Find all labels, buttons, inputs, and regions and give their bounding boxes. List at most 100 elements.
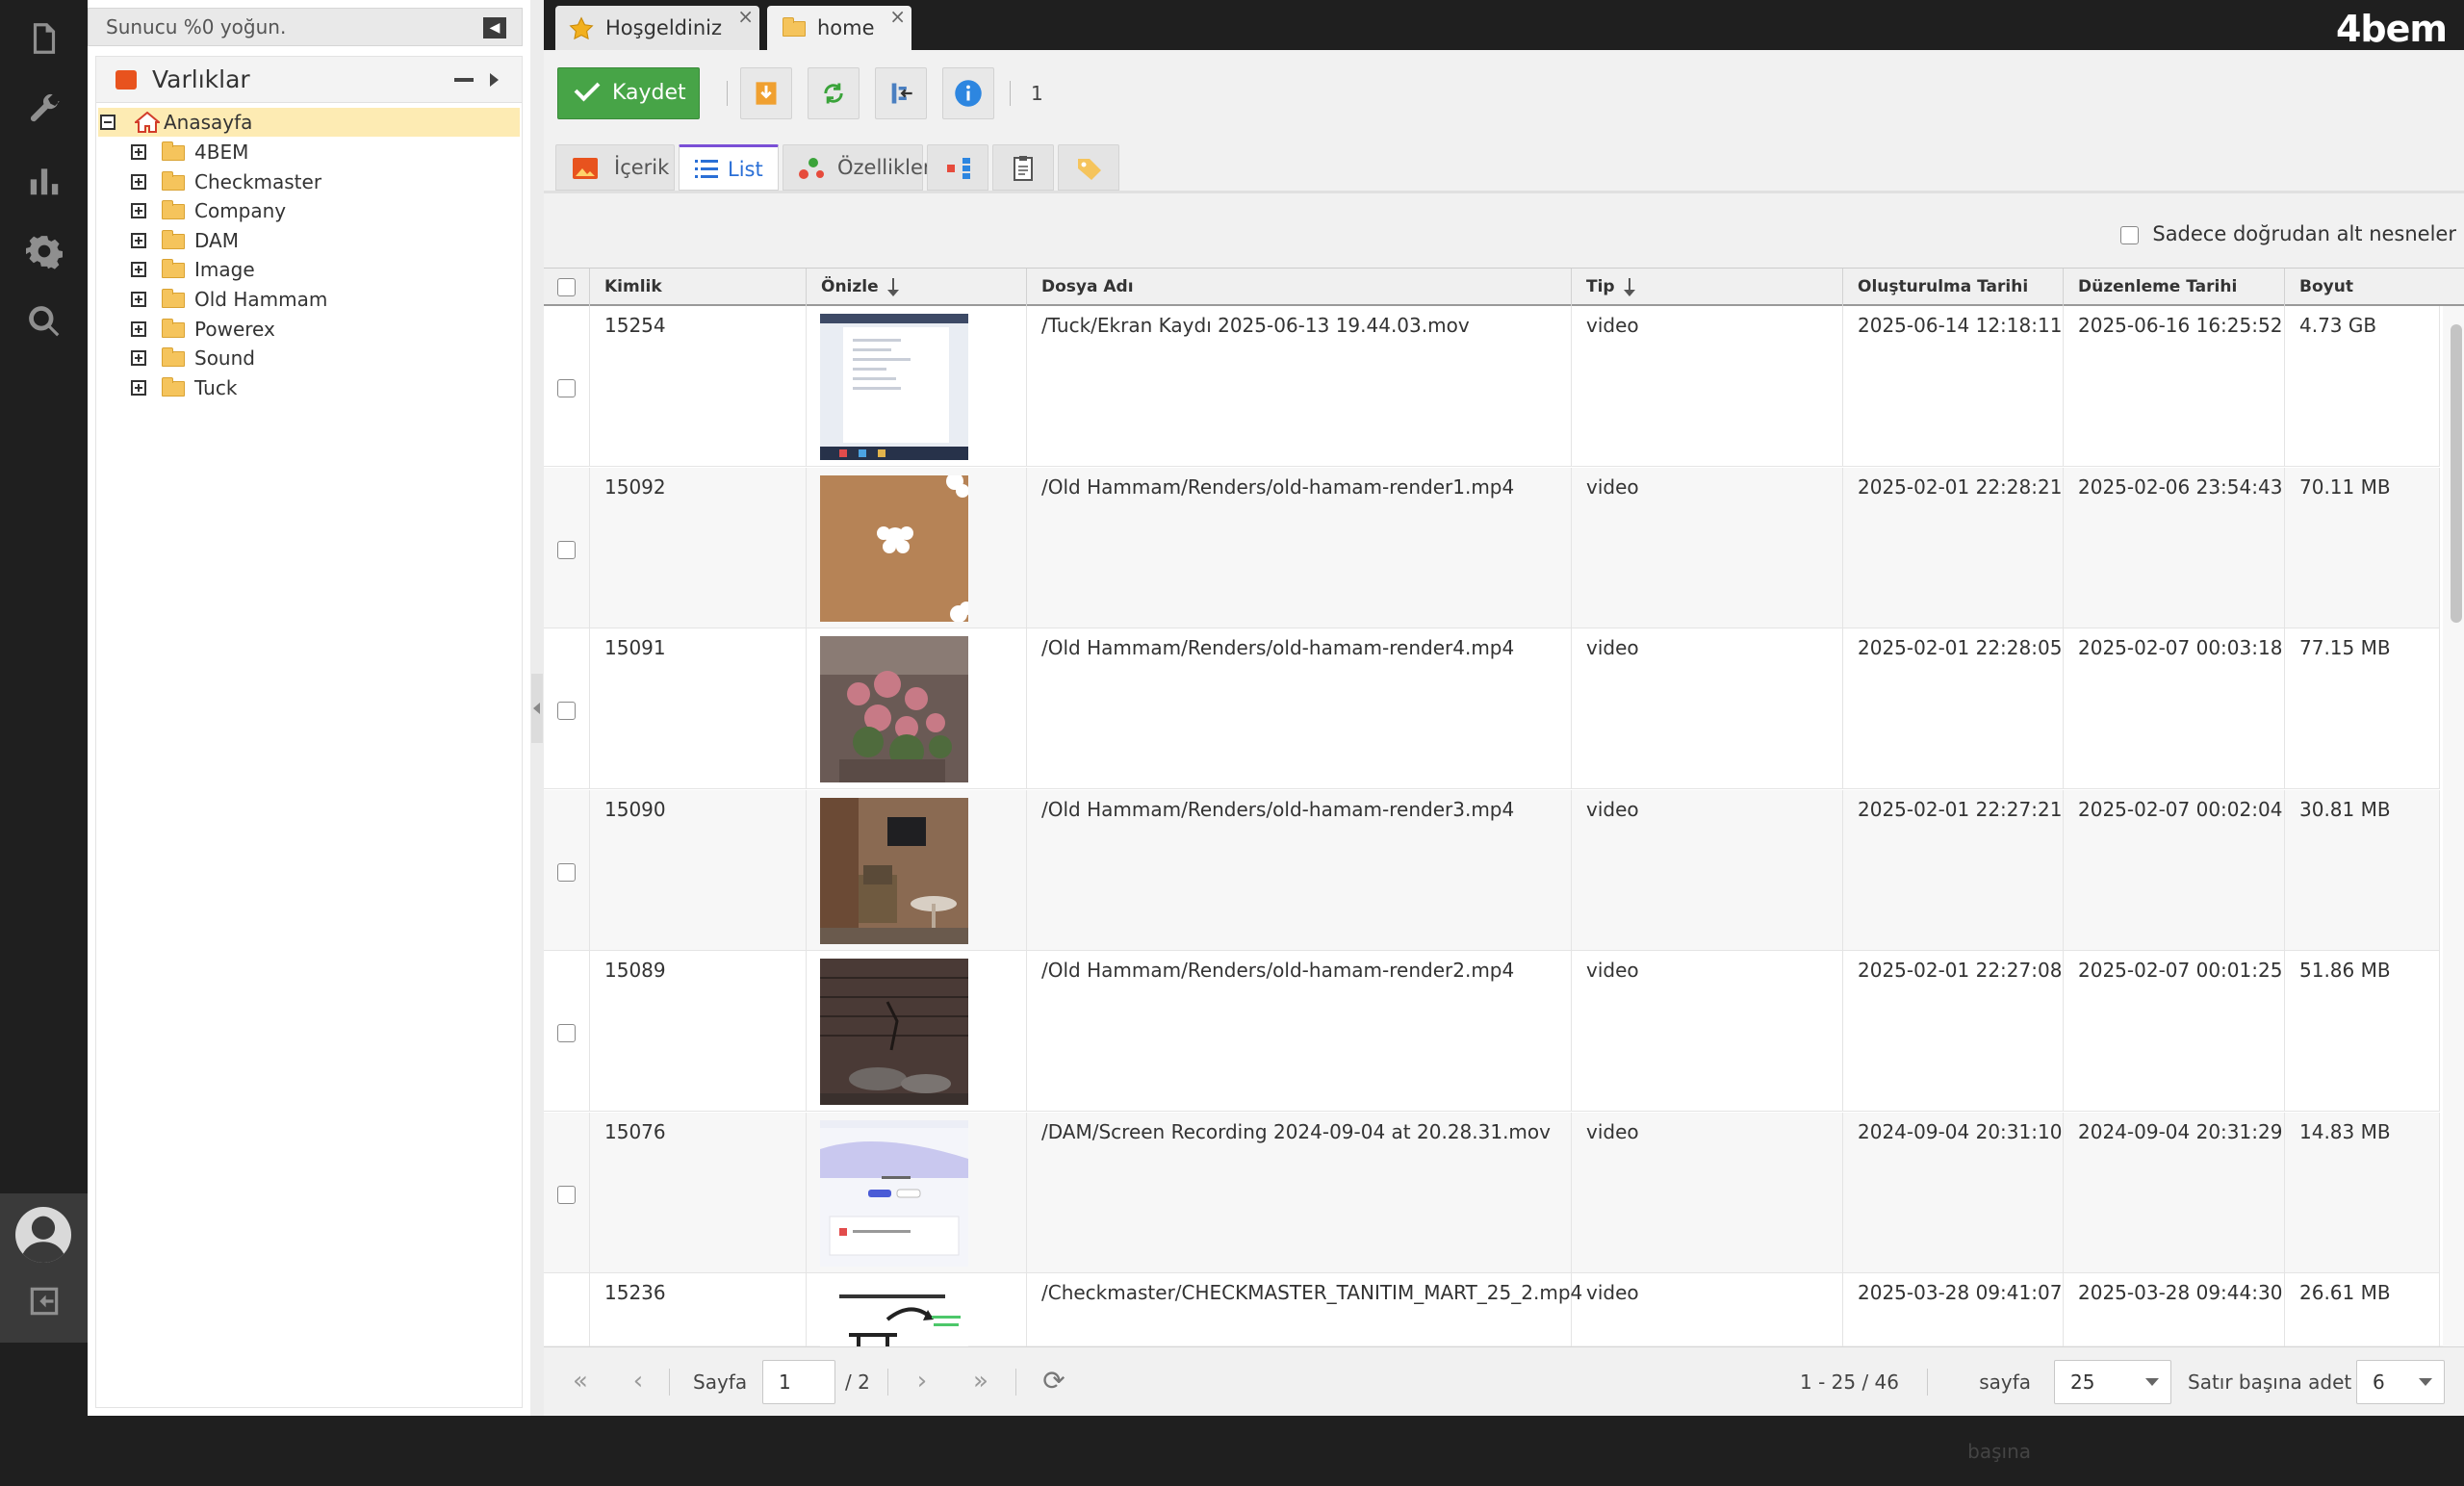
cell-id: 15254 (590, 306, 807, 467)
cell-modified: 2024-09-04 20:31:29 (2064, 1112, 2285, 1273)
column-header-created[interactable]: Oluşturulma Tarihi (1843, 269, 2064, 306)
close-icon[interactable]: × (737, 0, 754, 38)
expand-node-icon[interactable] (131, 379, 146, 396)
preview-thumbnail[interactable] (820, 797, 968, 944)
table-row[interactable]: 15076/DAM/Screen Recording 2024-09-04 at… (544, 1112, 2440, 1273)
tree-node[interactable]: Checkmaster (116, 167, 520, 196)
gear-icon[interactable] (21, 228, 67, 274)
range-text: 1 - 25 / 46 (1800, 1371, 1900, 1394)
per-page-select[interactable]: 25 (2054, 1360, 2171, 1404)
preview-thumbnail[interactable] (820, 959, 968, 1105)
tab-notes[interactable] (992, 144, 1054, 191)
tab-properties[interactable]: Özellikler (783, 144, 932, 191)
wrench-icon[interactable] (21, 87, 67, 133)
preview-thumbnail[interactable] (820, 1281, 968, 1346)
bar-chart-icon[interactable] (21, 158, 67, 204)
collapse-all-icon[interactable] (454, 78, 474, 82)
preview-thumbnail[interactable] (820, 474, 968, 622)
select-all-checkbox[interactable] (557, 278, 576, 296)
tab-home[interactable]: home × (767, 5, 911, 50)
panel-splitter[interactable] (530, 0, 544, 1416)
preview-thumbnail[interactable] (820, 636, 968, 782)
table-row[interactable]: 15254/Tuck/Ekran Kaydı 2025-06-13 19.44.… (544, 306, 2440, 467)
expand-node-icon[interactable] (131, 262, 146, 278)
expand-node-icon[interactable] (131, 320, 146, 337)
collapse-panel-button[interactable]: ◀ (483, 17, 506, 38)
row-checkbox[interactable] (557, 862, 576, 882)
tab-dependencies[interactable] (927, 144, 988, 191)
properties-icon (799, 158, 824, 179)
preview-thumbnail[interactable] (820, 314, 968, 460)
info-button[interactable] (942, 67, 994, 119)
table-row[interactable]: 15091/Old Hammam/Renders/old-hamam-rende… (544, 628, 2440, 789)
cell-created: 2025-02-01 22:28:05 (1843, 628, 2064, 789)
expand-node-icon[interactable] (131, 292, 146, 307)
tree-node[interactable]: Image (116, 255, 520, 284)
page-label: Sayfa (693, 1371, 748, 1394)
document-icon[interactable] (21, 15, 67, 62)
user-avatar-icon[interactable] (15, 1207, 71, 1263)
table-row[interactable]: 15089/Old Hammam/Renders/old-hamam-rende… (544, 951, 2440, 1112)
splitter-grip[interactable] (531, 674, 543, 743)
row-checkbox[interactable] (557, 702, 576, 720)
tab-home-label: home (817, 16, 875, 39)
row-checkbox[interactable] (557, 379, 576, 397)
tree-node[interactable]: Tuck (116, 373, 520, 402)
tree-node[interactable]: Sound (116, 344, 520, 372)
expand-node-icon[interactable] (131, 350, 146, 367)
tree-node[interactable]: 4BEM (116, 138, 520, 167)
column-header-label: Boyut (2299, 277, 2353, 296)
expand-node-icon[interactable] (131, 232, 146, 248)
table-row[interactable]: 15236/Checkmaster/CHECKMASTER_TANITIM_MA… (544, 1273, 2440, 1346)
column-header-type[interactable]: Tip (1572, 269, 1843, 306)
tab-welcome[interactable]: Hoşgeldiniz × (555, 5, 759, 50)
column-header-preview[interactable]: Önizle (807, 269, 1027, 306)
expand-node-icon[interactable] (131, 173, 146, 190)
expand-node-icon[interactable] (131, 203, 146, 219)
last-page-icon[interactable]: » (967, 1369, 994, 1396)
direct-children-filter[interactable]: Sadece doğrudan alt nesneler (2120, 219, 2456, 248)
tab-tags[interactable] (1058, 144, 1119, 191)
tree-node[interactable]: DAM (116, 226, 520, 255)
expand-node-icon[interactable] (131, 144, 146, 160)
tree-root-home[interactable]: Anasayfa (98, 108, 520, 137)
column-header-filename[interactable]: Dosya Adı (1027, 269, 1572, 306)
expand-panel-icon[interactable] (490, 73, 499, 87)
column-header-modified[interactable]: Düzenleme Tarihi (2064, 269, 2285, 306)
tab-content[interactable]: İçerik (555, 144, 675, 191)
check-icon (574, 75, 601, 102)
reload-button[interactable] (808, 67, 860, 119)
table-row[interactable]: 15090/Old Hammam/Renders/old-hamam-rende… (544, 789, 2440, 951)
column-header-size[interactable]: Boyut (2285, 269, 2464, 306)
logout-icon[interactable] (21, 1278, 67, 1324)
row-checkbox[interactable] (557, 1185, 576, 1204)
row-checkbox[interactable] (557, 540, 576, 559)
table-row[interactable]: 15092/Old Hammam/Renders/old-hamam-rende… (544, 467, 2440, 628)
column-header-id[interactable]: Kimlik (590, 269, 807, 306)
cell-created: 2025-02-01 22:27:21 (1843, 789, 2064, 951)
grid-scrollbar[interactable] (2451, 324, 2462, 623)
prev-page-icon[interactable]: ‹ (625, 1369, 652, 1396)
cell-modified: 2025-02-07 00:02:04 (2064, 789, 2285, 951)
row-checkbox[interactable] (557, 1024, 576, 1042)
cell-filename: /Old Hammam/Renders/old-hamam-render3.mp… (1027, 789, 1572, 951)
per-row-select[interactable]: 6 (2356, 1360, 2445, 1404)
save-button[interactable]: Kaydet (557, 67, 700, 119)
search-icon[interactable] (21, 298, 67, 345)
page-number-input[interactable]: 1 (762, 1360, 835, 1404)
next-page-icon[interactable]: › (909, 1369, 936, 1396)
tree-node-label: Sound (194, 346, 255, 371)
download-button[interactable] (740, 67, 792, 119)
tree-root-label: Anasayfa (164, 111, 253, 134)
tab-list[interactable]: List (679, 144, 779, 191)
refresh-icon[interactable]: ⟳ (1040, 1368, 1067, 1396)
collapse-node-icon[interactable] (100, 115, 116, 130)
first-page-icon[interactable]: « (567, 1369, 594, 1396)
show-in-tree-button[interactable] (875, 67, 927, 119)
tree-node[interactable]: Company (116, 196, 520, 225)
preview-thumbnail[interactable] (820, 1119, 968, 1267)
close-icon[interactable]: × (889, 0, 906, 38)
tree-node[interactable]: Powerex (116, 315, 520, 344)
direct-children-checkbox[interactable] (2120, 225, 2140, 244)
tree-node[interactable]: Old Hammam (116, 285, 520, 314)
